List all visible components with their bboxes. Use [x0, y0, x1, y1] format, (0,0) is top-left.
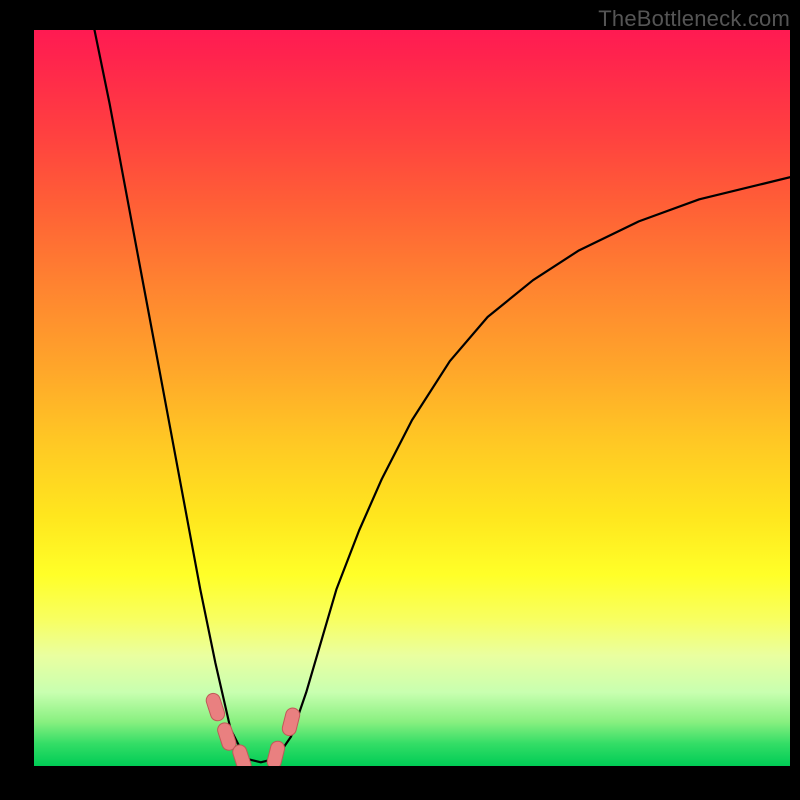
curve-svg [34, 30, 790, 766]
curve-marker [266, 740, 286, 766]
curve-marker [281, 707, 301, 738]
chart-frame: TheBottleneck.com [0, 0, 800, 800]
marker-group [204, 692, 301, 766]
plot-area [34, 30, 790, 766]
watermark-text: TheBottleneck.com [598, 6, 790, 32]
bottleneck-curve-path [95, 30, 791, 762]
